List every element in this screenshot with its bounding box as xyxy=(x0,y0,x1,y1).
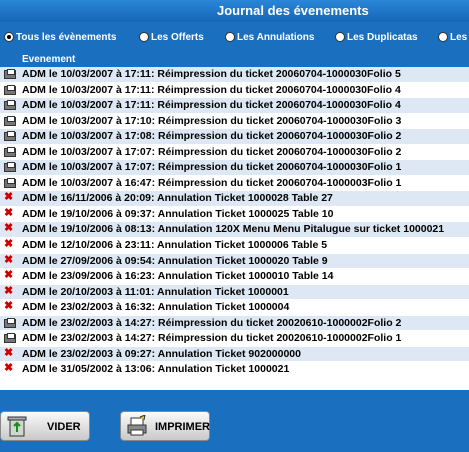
list-item-text: ADM le 23/02/2003 à 14:27: Réimpression … xyxy=(22,332,402,345)
printer-icon xyxy=(4,317,16,328)
window-title: Journal des évenements xyxy=(217,3,369,18)
filter-label: Les Duplicatas xyxy=(347,32,418,43)
list-item-text: ADM le 27/09/2006 à 09:54: Annulation Ti… xyxy=(22,254,328,267)
list-item-text: ADM le 10/03/2007 à 17:07: Réimpression … xyxy=(22,145,402,158)
filter-cancellations[interactable]: Les Annulations xyxy=(225,32,315,43)
list-item[interactable]: ✖ ADM le 16/11/2006 à 20:09: Annulation T… xyxy=(0,191,469,207)
clear-button[interactable]: VIDER xyxy=(0,411,90,441)
printer-icon xyxy=(4,177,16,188)
cross-icon: ✖ xyxy=(4,300,14,313)
list-item-text: ADM le 19/10/2006 à 08:13: Annulation 12… xyxy=(22,223,445,236)
radio-icon[interactable] xyxy=(335,32,345,42)
cross-icon: ✖ xyxy=(4,362,14,375)
printer-icon xyxy=(4,100,16,111)
list-item-text: ADM le 16/11/2006 à 20:09: Annulation Ti… xyxy=(22,192,333,205)
list-header: Evenement xyxy=(0,54,469,66)
list-item-text: ADM le 23/02/2003 à 14:27: Réimpression … xyxy=(22,316,402,329)
filter-label: Les Annulations xyxy=(237,32,315,43)
printer-icon xyxy=(4,146,16,157)
list-item-text: ADM le 10/03/2007 à 17:10: Réimpression … xyxy=(22,114,402,127)
cross-icon: ✖ xyxy=(4,191,14,204)
list-item[interactable]: ✖ ADM le 19/10/2006 à 09:37: Annulation T… xyxy=(0,207,469,223)
list-item[interactable]: ADM le 23/02/2003 à 14:27: Réimpression … xyxy=(0,331,469,347)
list-item-text: ADM le 10/03/2007 à 17:11: Réimpression … xyxy=(22,68,401,80)
list-item-text: ADM le 10/03/2007 à 16:47: Réimpression … xyxy=(22,176,402,189)
list-item-text: ADM le 12/10/2006 à 23:11: Annulation Ti… xyxy=(22,239,328,252)
printer-icon xyxy=(4,162,16,173)
printer-icon xyxy=(4,69,16,79)
event-list[interactable]: ADM le 10/03/2007 à 17:11: Réimpression … xyxy=(0,67,469,390)
filter-label: Les Offerts xyxy=(151,32,204,43)
cross-icon: ✖ xyxy=(4,206,14,219)
cross-icon: ✖ xyxy=(4,284,14,297)
list-item-text: ADM le 23/02/2003 à 09:27: Annulation Ti… xyxy=(22,347,301,360)
list-item-text: ADM le 31/05/2002 à 13:06: Annulation Ti… xyxy=(22,363,290,376)
list-item[interactable]: ADM le 10/03/2007 à 17:10: Réimpression … xyxy=(0,114,469,130)
printer-icon xyxy=(4,84,16,95)
filter-bar: Tous les évènements Les Offerts Les Annu… xyxy=(0,27,469,51)
list-item[interactable]: ✖ ADM le 31/05/2002 à 13:06: Annulation T… xyxy=(0,362,469,378)
cross-icon: ✖ xyxy=(4,253,14,266)
recycle-bin-icon xyxy=(7,416,27,437)
printer-icon xyxy=(4,333,16,344)
printer-icon xyxy=(127,415,147,436)
list-item[interactable]: ✖ ADM le 20/10/2003 à 11:01: Annulation T… xyxy=(0,284,469,301)
radio-icon[interactable] xyxy=(139,32,149,42)
list-item[interactable]: ADM le 10/03/2007 à 17:07: Réimpression … xyxy=(0,160,469,176)
print-button[interactable]: IMPRIMER xyxy=(120,411,210,441)
filter-all-events[interactable]: Tous les évènements xyxy=(4,32,117,43)
cross-icon: ✖ xyxy=(4,269,14,282)
list-item-text: ADM le 19/10/2006 à 09:37: Annulation Ti… xyxy=(22,207,334,220)
printer-icon xyxy=(4,131,16,142)
printer-icon xyxy=(4,115,16,126)
window-title-bar: Journal des évenements xyxy=(0,0,469,22)
cross-icon: ✖ xyxy=(4,222,14,235)
list-item[interactable]: ADM le 10/03/2007 à 16:47: Réimpression … xyxy=(0,176,469,192)
list-item[interactable]: ADM le 23/02/2003 à 14:27: Réimpression … xyxy=(0,315,469,332)
radio-icon[interactable] xyxy=(225,32,235,42)
list-item-text: ADM le 20/10/2003 à 11:01: Annulation Ti… xyxy=(22,285,289,298)
list-item[interactable]: ADM le 10/03/2007 à 17:11: Réimpression … xyxy=(0,98,469,114)
list-item[interactable]: ✖ ADM le 19/10/2006 à 08:13: Annulation 1… xyxy=(0,222,469,239)
filter-more[interactable]: Les xyxy=(438,32,468,43)
list-item[interactable]: ADM le 10/03/2007 à 17:11: Réimpression … xyxy=(0,67,469,83)
list-item-text: ADM le 10/03/2007 à 17:08: Réimpression … xyxy=(22,130,402,143)
cross-icon: ✖ xyxy=(4,346,14,359)
filter-duplicates[interactable]: Les Duplicatas xyxy=(335,32,418,43)
list-item-text: ADM le 10/03/2007 à 17:07: Réimpression … xyxy=(22,161,402,174)
list-item[interactable]: ADM le 10/03/2007 à 17:07: Réimpression … xyxy=(0,145,469,161)
filter-label: Tous les évènements xyxy=(16,32,117,43)
list-item-text: ADM le 23/02/2003 à 16:32: Annulation Ti… xyxy=(22,301,290,314)
print-button-label: IMPRIMER xyxy=(155,421,210,433)
filter-offered[interactable]: Les Offerts xyxy=(139,32,204,43)
clear-button-label: VIDER xyxy=(47,421,81,433)
radio-selected-icon[interactable] xyxy=(4,32,14,42)
cross-icon: ✖ xyxy=(4,238,14,251)
list-item-text: ADM le 10/03/2007 à 17:11: Réimpression … xyxy=(22,99,401,112)
list-item[interactable]: ✖ ADM le 27/09/2006 à 09:54: Annulation T… xyxy=(0,253,469,270)
column-header-event: Evenement xyxy=(22,54,76,65)
list-item-text: ADM le 23/09/2006 à 16:23: Annulation Ti… xyxy=(22,270,334,283)
list-item[interactable]: ✖ ADM le 23/02/2003 à 09:27: Annulation T… xyxy=(0,346,469,363)
list-item[interactable]: ✖ ADM le 23/09/2006 à 16:23: Annulation T… xyxy=(0,269,469,285)
list-item-text: ADM le 10/03/2007 à 17:11: Réimpression … xyxy=(22,83,401,96)
bottom-toolbar: VIDER IMPRIMER xyxy=(0,392,469,452)
list-item[interactable]: ✖ ADM le 12/10/2006 à 23:11: Annulation T… xyxy=(0,238,469,254)
list-item[interactable]: ADM le 10/03/2007 à 17:11: Réimpression … xyxy=(0,83,469,99)
list-item[interactable]: ✖ ADM le 23/02/2003 à 16:32: Annulation T… xyxy=(0,300,469,316)
radio-icon[interactable] xyxy=(438,32,448,42)
list-item[interactable]: ADM le 10/03/2007 à 17:08: Réimpression … xyxy=(0,129,469,145)
filter-label: Les xyxy=(450,32,468,43)
